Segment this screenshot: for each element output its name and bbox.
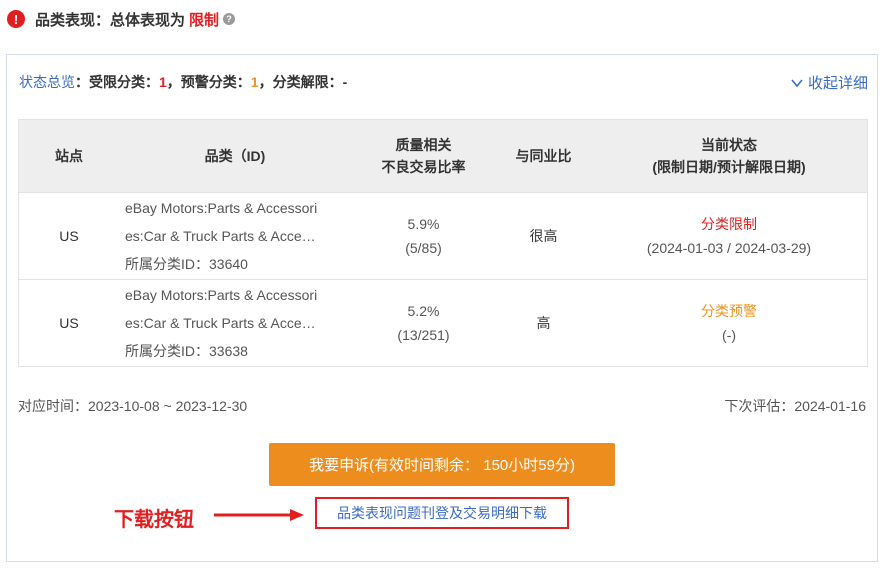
header: ! 品类表现：总体表现为 限制 ?: [7, 8, 236, 30]
appeal-button[interactable]: 我要申诉(有效时间剩余： 150小时59分): [269, 443, 615, 486]
cell-status: 分类预警 (-): [591, 279, 867, 366]
category-id: 所属分类ID：33638: [125, 343, 248, 359]
status-label: 分类预警: [701, 303, 757, 319]
table-row: US eBay Motors:Parts & Accessori es:Car …: [19, 192, 867, 280]
cell-site: US: [19, 192, 119, 280]
summary-colon: ：: [75, 74, 89, 90]
arrow-right-icon: [214, 509, 304, 521]
warning-label: 预警分类：: [180, 74, 251, 90]
cell-category: eBay Motors:Parts & Accessori es:Car & T…: [119, 279, 351, 366]
header-ratio-line2: 不良交易比率: [381, 159, 466, 175]
cell-peer: 高: [496, 279, 591, 366]
header-status: 限制: [189, 11, 220, 29]
download-link[interactable]: 品类表现问题刊登及交易明细下载: [337, 503, 547, 523]
cell-site: US: [19, 279, 119, 366]
restricted-label: 受限分类：: [89, 74, 159, 90]
table-header-row: 站点 品类（ID) 质量相关 不良交易比率 与同业比 当前状态 (限制日期/预计…: [19, 120, 867, 193]
ratio-value: 5.2%: [407, 303, 440, 319]
collapse-details-link[interactable]: 收起详细: [790, 72, 868, 93]
category-name-line2: es:Car & Truck Parts & Acce…: [125, 228, 316, 244]
status-dates: (-): [722, 327, 736, 343]
category-name-line1: eBay Motors:Parts & Accessori: [125, 287, 318, 303]
status-label: 分类限制: [701, 216, 757, 232]
collapse-label: 收起详细: [807, 75, 868, 92]
header-ratio-line1: 质量相关: [395, 137, 452, 153]
next-eval-text: 下次评估：2024-01-16: [724, 398, 866, 414]
summary-sep-1: ，: [166, 74, 181, 90]
category-name-line2: es:Car & Truck Parts & Acce…: [125, 315, 316, 331]
cell-peer: 很高: [496, 192, 591, 280]
ratio-detail: (5/85): [405, 240, 442, 256]
cell-category: eBay Motors:Parts & Accessori es:Car & T…: [119, 192, 351, 280]
header-status: 当前状态 (限制日期/预计解限日期): [591, 120, 867, 193]
download-highlight-box: 品类表现问题刊登及交易明细下载: [315, 497, 569, 529]
header-ratio: 质量相关 不良交易比率: [351, 120, 496, 193]
lifted-value: -: [342, 74, 348, 90]
lifted-label: 分类解限：: [272, 74, 343, 90]
summary-label: 状态总览: [19, 74, 75, 90]
category-name-line1: eBay Motors:Parts & Accessori: [125, 200, 318, 216]
header-status-line2: (限制日期/预计解限日期): [652, 159, 806, 175]
annotation-label: 下载按钮: [114, 509, 194, 531]
warning-count: 1: [250, 74, 259, 90]
header-peer: 与同业比: [496, 120, 591, 193]
status-dates: (2024-01-03 / 2024-03-29): [646, 240, 812, 256]
question-icon[interactable]: ?: [223, 13, 236, 25]
alert-icon: !: [7, 10, 25, 28]
chevron-down-icon: [791, 78, 803, 87]
header-title: 品类表现：总体表现为: [35, 11, 186, 29]
restricted-count: 1: [159, 74, 167, 90]
cell-ratio: 5.2% (13/251): [351, 279, 496, 366]
status-summary: 状态总览 ： 受限分类： 1 ， 预警分类： 1 ， 分类解限： -: [19, 72, 347, 92]
table-row: US eBay Motors:Parts & Accessori es:Car …: [19, 279, 867, 366]
category-table: 站点 品类（ID) 质量相关 不良交易比率 与同业比 当前状态 (限制日期/预计…: [18, 119, 868, 367]
header-status-line1: 当前状态: [701, 137, 757, 153]
header-site: 站点: [19, 120, 119, 193]
cell-status: 分类限制 (2024-01-03 / 2024-03-29): [591, 192, 867, 280]
category-id: 所属分类ID：33640: [125, 256, 248, 272]
period-text: 对应时间：2023-10-08 ~ 2023-12-30: [18, 398, 248, 414]
summary-sep-2: ，: [258, 74, 273, 90]
ratio-value: 5.9%: [407, 216, 440, 232]
ratio-detail: (13/251): [397, 327, 450, 343]
header-category: 品类（ID): [119, 120, 351, 193]
cell-ratio: 5.9% (5/85): [351, 192, 496, 280]
